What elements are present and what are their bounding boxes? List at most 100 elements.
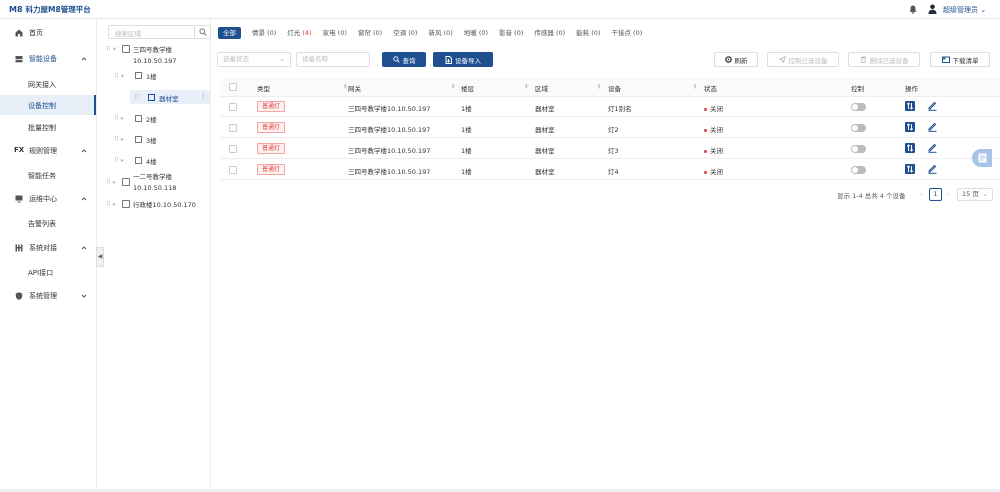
page-size-select[interactable]: 15 页 ⌄ bbox=[957, 188, 993, 201]
tab-energy[interactable]: 能耗 (0) bbox=[576, 27, 600, 39]
th-device[interactable]: 设备 bbox=[608, 83, 621, 93]
tree-node-floor-4[interactable]: 4楼 bbox=[146, 156, 157, 166]
tree-search-input[interactable]: 搜索区域 bbox=[108, 25, 211, 39]
user-icon[interactable] bbox=[928, 4, 937, 14]
tab-curtain[interactable]: 窗帘 (0) bbox=[358, 27, 382, 39]
tree-expander[interactable]: ⠿ ▸ bbox=[114, 135, 124, 143]
th-floor[interactable]: 楼层 bbox=[461, 83, 474, 93]
bell-icon[interactable] bbox=[909, 5, 917, 14]
row-checkbox[interactable] bbox=[229, 145, 237, 153]
tree-drag-handle[interactable]: ⠿ bbox=[134, 93, 139, 101]
more-icon[interactable]: ⋮ bbox=[200, 92, 207, 100]
control-switch[interactable] bbox=[851, 166, 866, 174]
control-selected-button[interactable]: 控制已选设备 bbox=[767, 52, 839, 67]
tab-sensor[interactable]: 传感器 (0) bbox=[534, 27, 565, 39]
floating-helper-button[interactable] bbox=[972, 149, 992, 167]
control-action-button[interactable] bbox=[905, 122, 915, 132]
updown-icon bbox=[906, 123, 914, 131]
page-number[interactable]: 1 bbox=[929, 188, 942, 201]
sidebar-item-integration[interactable]: 系统对接 bbox=[0, 238, 96, 258]
prev-page-icon[interactable]: ‹ bbox=[920, 190, 923, 198]
sort-icon[interactable]: ▴ ▾ bbox=[344, 83, 347, 91]
sidebar-sub-alarms[interactable]: 告警列表 bbox=[0, 213, 96, 233]
table-row[interactable]: 普通灯 三四号教学楼10.10.50.197 1楼 器材室 灯3 关闭 bbox=[220, 139, 1000, 159]
tree-node-room[interactable]: 器材室 bbox=[159, 93, 179, 103]
tab-light[interactable]: 灯光 (4) bbox=[287, 27, 311, 39]
cell-floor: 1楼 bbox=[461, 105, 472, 113]
sidebar-collapse-toggle[interactable]: ◀ bbox=[96, 247, 104, 267]
table-row[interactable]: 普通灯 三四号教学楼10.10.50.197 1楼 器材室 灯4 关闭 bbox=[220, 160, 1000, 180]
sort-icon[interactable]: ▴ ▾ bbox=[525, 83, 528, 91]
user-name: 超级管理员 bbox=[943, 6, 978, 14]
tree-expander[interactable]: ⠿ ▸ bbox=[106, 178, 116, 186]
tab-fresh-air[interactable]: 新风 (0) bbox=[428, 27, 452, 39]
import-icon bbox=[445, 55, 452, 64]
tab-ac[interactable]: 空调 (0) bbox=[393, 27, 417, 39]
table-row[interactable]: 普通灯 三四号教学楼10.10.50.197 1楼 器材室 灯2 关闭 bbox=[220, 118, 1000, 138]
search-button[interactable]: 查询 bbox=[382, 52, 426, 67]
row-checkbox[interactable] bbox=[229, 124, 237, 132]
row-checkbox[interactable] bbox=[229, 166, 237, 174]
tab-scene[interactable]: 情景 (0) bbox=[252, 27, 276, 39]
tree-node-floor-2[interactable]: 2楼 bbox=[146, 114, 157, 124]
tab-av[interactable]: 影音 (0) bbox=[499, 27, 523, 39]
select-all-checkbox[interactable] bbox=[229, 83, 237, 91]
edit-icon[interactable] bbox=[928, 164, 937, 174]
tab-dry-contact[interactable]: 干接点 (0) bbox=[611, 27, 642, 39]
building-icon bbox=[122, 200, 130, 208]
tree-node-building-2[interactable]: 一二号教学楼 bbox=[133, 171, 172, 181]
sort-icon[interactable]: ▴ ▾ bbox=[694, 83, 697, 91]
sidebar-sub-smart-task[interactable]: 智能任务 bbox=[0, 165, 96, 185]
device-name-input[interactable]: 设备名称 bbox=[296, 52, 370, 67]
pagination-summary: 显示 1-4 总共 4 个设备 bbox=[837, 192, 906, 200]
import-devices-button[interactable]: 设备导入 bbox=[433, 52, 493, 67]
row-checkbox[interactable] bbox=[229, 103, 237, 111]
tree-node-floor-1[interactable]: 1楼 bbox=[146, 71, 157, 81]
sidebar-item-home[interactable]: 首页 bbox=[0, 23, 96, 43]
user-menu[interactable]: 超级管理员 ⌄ bbox=[943, 5, 986, 15]
tab-floor-heating[interactable]: 地暖 (0) bbox=[464, 27, 488, 39]
edit-icon[interactable] bbox=[928, 101, 937, 111]
sidebar-item-ops[interactable]: 运维中心 bbox=[0, 189, 96, 209]
tab-appliance[interactable]: 家电 (0) bbox=[323, 27, 347, 39]
control-switch[interactable] bbox=[851, 103, 866, 111]
delete-selected-button[interactable]: 删除已选设备 bbox=[848, 52, 920, 67]
sidebar-item-rules[interactable]: FX 规则管理 bbox=[0, 141, 96, 161]
sidebar-sub-device-control[interactable]: 设备控制 bbox=[0, 95, 96, 115]
control-switch[interactable] bbox=[851, 124, 866, 132]
tree-node-building-1[interactable]: 三四号教学楼 bbox=[133, 44, 172, 54]
sidebar-sub-batch[interactable]: 批量控制 bbox=[0, 117, 96, 137]
th-gateway[interactable]: 网关 bbox=[348, 83, 361, 93]
tree-expander[interactable]: ⠿ ▸ bbox=[114, 156, 124, 164]
th-area[interactable]: 区域 bbox=[535, 83, 548, 93]
tree-expander[interactable]: ⠿ ▾ bbox=[114, 72, 124, 80]
control-action-button[interactable] bbox=[905, 164, 915, 174]
refresh-button[interactable]: 刷新 bbox=[714, 52, 758, 67]
control-action-button[interactable] bbox=[905, 101, 915, 111]
next-page-icon[interactable]: › bbox=[947, 190, 950, 198]
logo[interactable]: M8 科力屋M8管理平台 bbox=[9, 4, 91, 15]
status-select[interactable]: 设备状态 ⌄ bbox=[217, 52, 291, 67]
table-row[interactable]: 普通灯 三四号教学楼10.10.50.197 1楼 器材室 灯1别名 关闭 bbox=[220, 97, 1000, 117]
sort-icon[interactable]: ▴ ▾ bbox=[598, 83, 601, 91]
tree-node-floor-3[interactable]: 3楼 bbox=[146, 135, 157, 145]
control-action-button[interactable] bbox=[905, 143, 915, 153]
tree-expander[interactable]: ⠿ ▸ bbox=[106, 200, 116, 208]
sidebar-sub-api[interactable]: API接口 bbox=[0, 262, 96, 282]
tab-all[interactable]: 全部 bbox=[218, 27, 241, 39]
edit-icon[interactable] bbox=[928, 143, 937, 153]
tree-node-building-3[interactable]: 行政楼10.10.50.170 bbox=[133, 199, 196, 209]
sidebar-item-devices[interactable]: 智能设备 bbox=[0, 49, 96, 69]
tree-drag-handle[interactable]: ⠿ ▾ bbox=[106, 45, 116, 53]
control-switch[interactable] bbox=[851, 145, 866, 153]
sidebar-item-system[interactable]: 系统管理 bbox=[0, 286, 96, 306]
tree-search-button[interactable] bbox=[194, 26, 210, 38]
cell-area: 器材室 bbox=[535, 147, 555, 155]
sidebar-sub-gateway[interactable]: 网关接入 bbox=[0, 74, 96, 94]
cell-status: 关闭 bbox=[704, 124, 723, 134]
th-type[interactable]: 类型 bbox=[257, 83, 270, 93]
download-list-button[interactable]: 下载清单 bbox=[930, 52, 990, 67]
sort-icon[interactable]: ▴ ▾ bbox=[452, 83, 455, 91]
edit-icon[interactable] bbox=[928, 122, 937, 132]
tree-expander[interactable]: ⠿ ▸ bbox=[114, 114, 124, 122]
